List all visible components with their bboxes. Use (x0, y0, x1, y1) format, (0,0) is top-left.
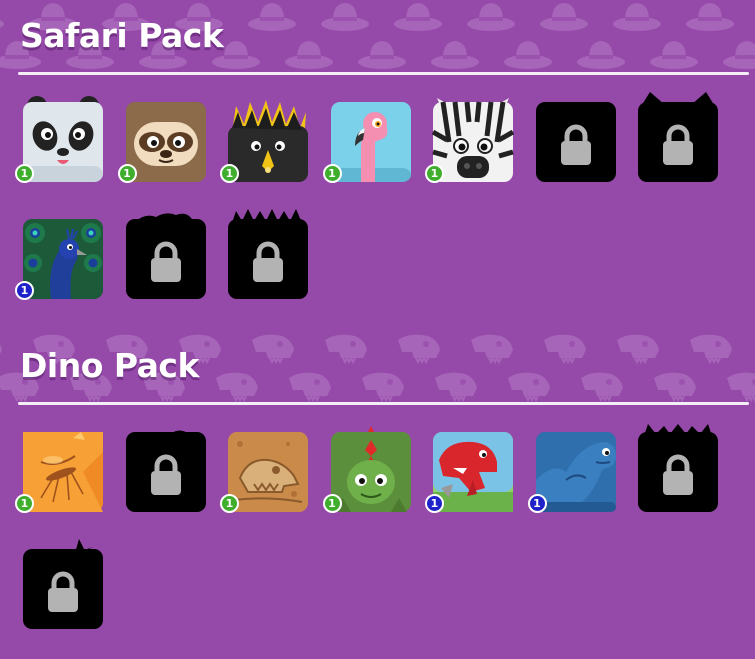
chameleon-icon (125, 213, 206, 299)
blook-sloth[interactable] (125, 102, 206, 182)
blook-count-badge: 1 (15, 281, 34, 300)
blook-count-badge: 1 (15, 164, 34, 183)
blook-chameleon-locked[interactable] (125, 213, 206, 299)
blook-count-badge: 1 (527, 494, 547, 513)
amber-icon (23, 432, 103, 512)
blook-dino-fossil[interactable] (228, 432, 308, 512)
blook-count-badge: 1 (425, 494, 444, 513)
blook-count-badge: 1 (117, 164, 137, 183)
dino-pack-divider (18, 402, 749, 405)
sloth-icon (125, 102, 206, 182)
blook-triceratops-locked[interactable] (638, 424, 718, 512)
lion-icon (228, 209, 308, 299)
blook-count-badge: 1 (322, 164, 342, 183)
blook-flamingo[interactable] (330, 102, 411, 182)
dino-egg-icon (125, 430, 206, 512)
dino-pack-title: Dino Pack (20, 346, 199, 385)
flamingo-icon (330, 102, 411, 182)
brontosaurus-icon (535, 432, 616, 512)
dino-fossil-icon (228, 432, 308, 512)
blook-panda[interactable] (23, 96, 103, 182)
zebra-icon (431, 98, 515, 182)
lemur-icon (638, 92, 718, 182)
blook-stegosaurus[interactable] (330, 426, 411, 512)
panda-icon (23, 96, 103, 182)
blook-count-badge: 1 (15, 494, 34, 513)
triceratops-icon (638, 424, 718, 512)
elephant-icon (535, 102, 616, 182)
blook-amber[interactable] (23, 432, 103, 512)
blook-velociraptor[interactable] (433, 432, 513, 512)
velociraptor-icon (433, 432, 513, 512)
blook-count-badge: 1 (220, 494, 239, 513)
blook-count-badge: 1 (220, 164, 239, 183)
blook-elephant-locked[interactable] (535, 102, 616, 182)
blook-lion-locked[interactable] (228, 209, 308, 299)
tenrec-icon (228, 100, 308, 182)
blook-collection-page: Safari Pack 1 1 1 1 1 1 Dino Pack 1 1 1 … (0, 0, 755, 659)
blook-count-badge: 1 (322, 494, 342, 513)
blook-count-badge: 1 (425, 164, 444, 183)
blook-peacock[interactable] (23, 219, 103, 299)
safari-pack-title: Safari Pack (20, 16, 224, 55)
blook-brontosaurus[interactable] (535, 432, 616, 512)
blook-tyrannosaurus-rex-locked[interactable] (23, 539, 103, 629)
safari-pack-divider (18, 72, 749, 75)
peacock-icon (23, 219, 103, 299)
blook-lemur-locked[interactable] (638, 92, 718, 182)
blook-zebra[interactable] (431, 98, 515, 182)
tyrannosaurus-rex-icon (23, 539, 103, 629)
blook-tenrec[interactable] (228, 100, 308, 182)
blook-dino-egg-locked[interactable] (125, 430, 206, 512)
stegosaurus-icon (330, 426, 411, 512)
